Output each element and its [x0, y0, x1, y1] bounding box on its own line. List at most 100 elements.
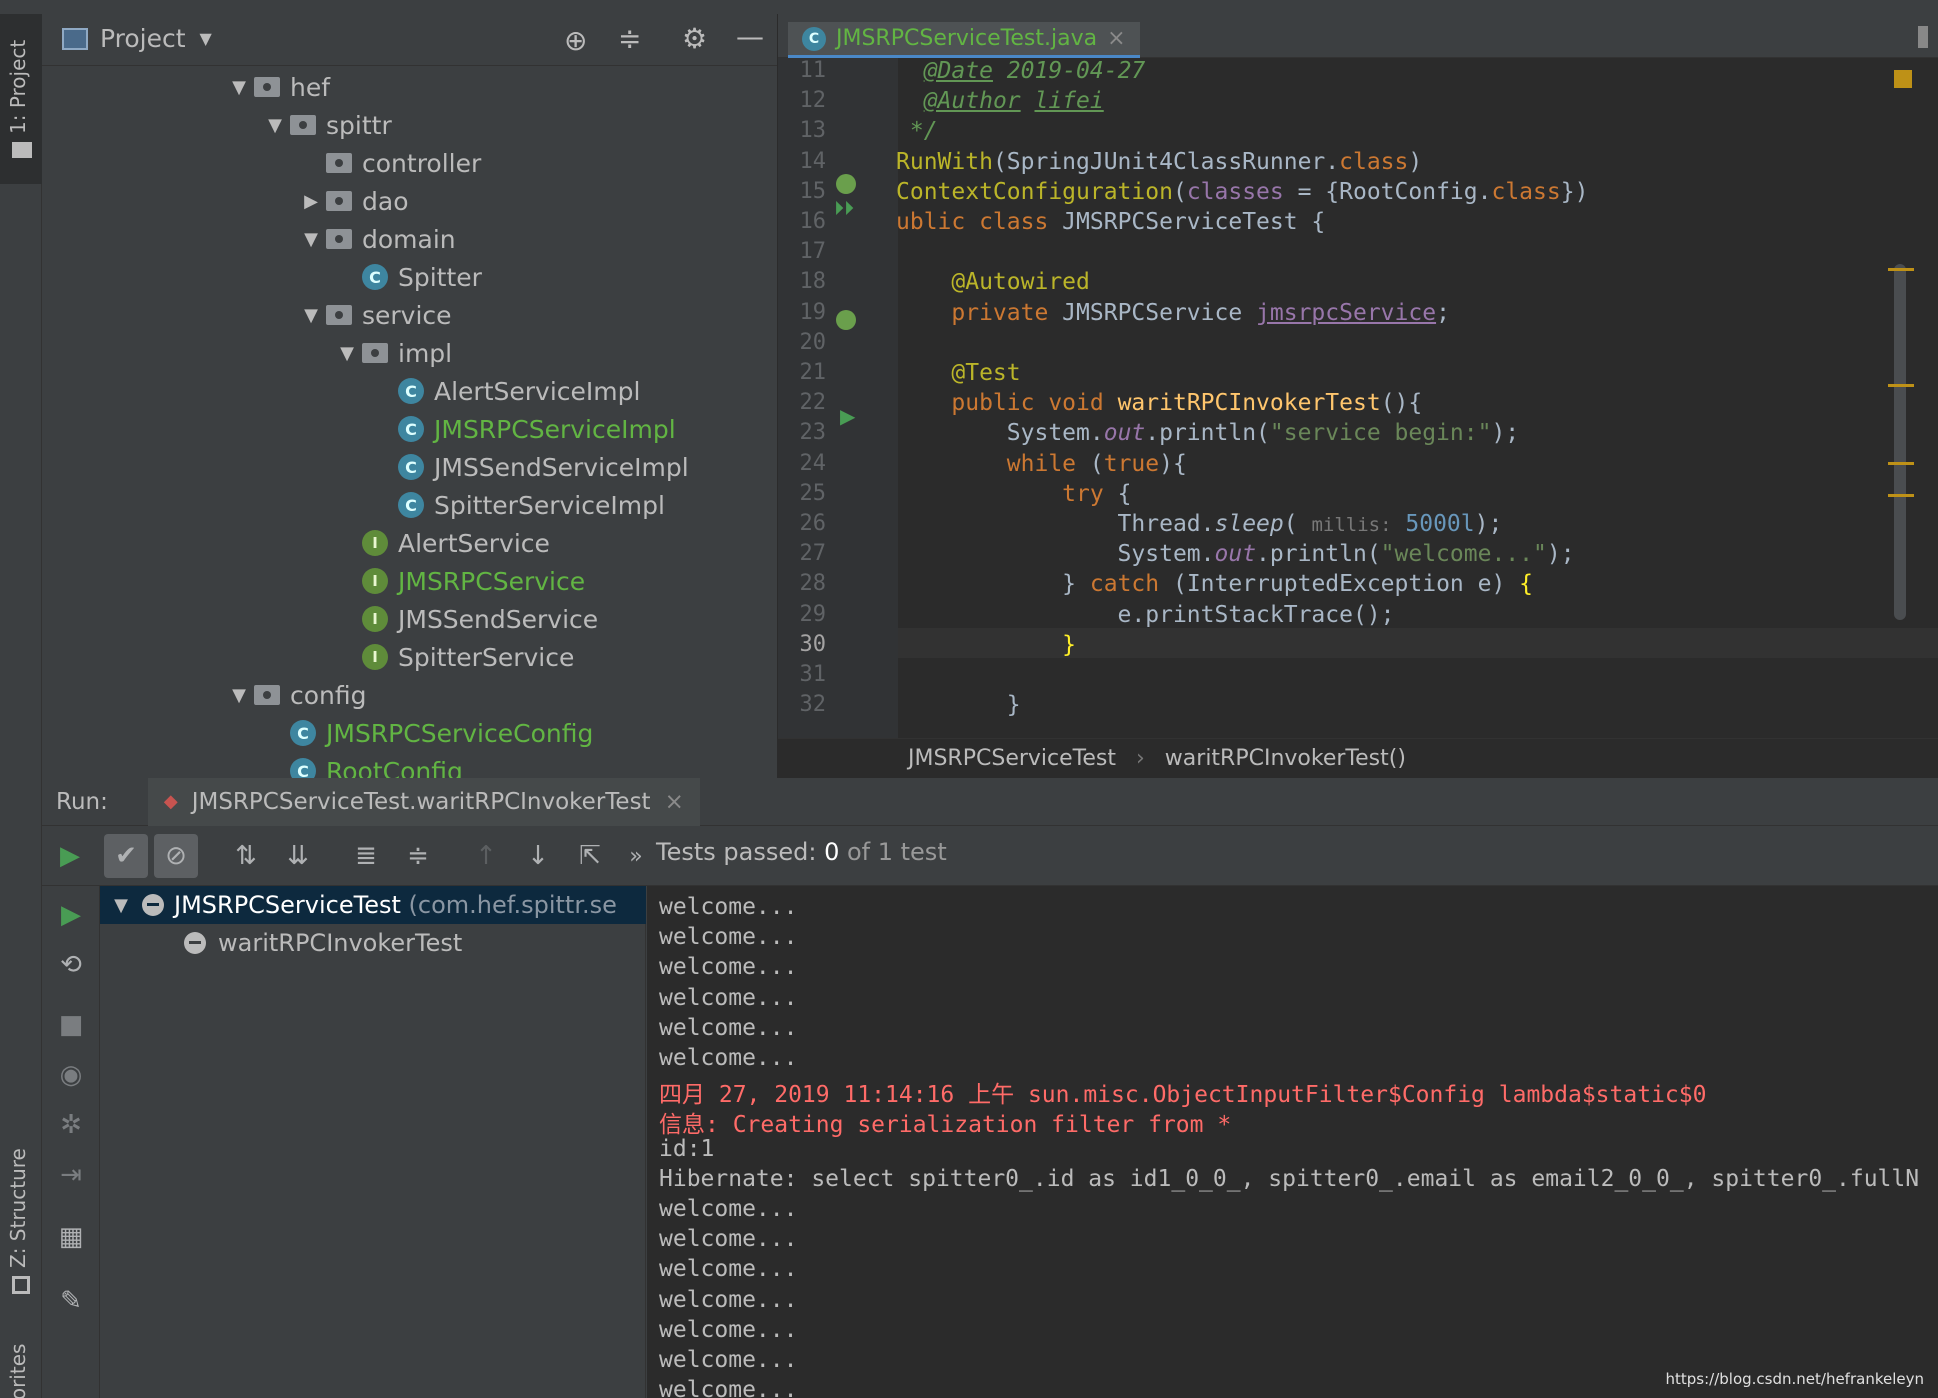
code-area[interactable]: @Date 2019-04-27 @Author lifei */ RunWith… — [778, 58, 1898, 738]
editor: C JMSRPCServiceTest.java × 11 12 13 14 15 16 1… — [778, 14, 1938, 778]
tree-item-spitterservice[interactable]: I SpitterService — [332, 638, 574, 676]
more-icon[interactable]: » — [618, 838, 654, 874]
tree-item-label: JMSRPCServiceImpl — [434, 414, 676, 444]
collapse-all-icon[interactable]: ≑ — [400, 838, 436, 874]
console-line: welcome... — [659, 894, 798, 920]
code-line: @Autowired — [951, 269, 1090, 296]
breadcrumb-method[interactable]: waritRPCInvokerTest() — [1165, 746, 1406, 771]
console-line: 信息: Creating serialization filter from * — [659, 1112, 1232, 1139]
chevron-down-icon[interactable]: ▼ — [296, 305, 326, 326]
tree-item-jmssendservice[interactable]: I JMSSendService — [332, 600, 598, 638]
tree-item-jmssendserviceimpl[interactable]: C JMSSendServiceImpl — [368, 448, 689, 486]
tree-item-controller[interactable]: controller — [296, 144, 481, 182]
run-toolbar: ▶ ✔ ⊘ ⇅ ⇊ ≣ ≑ ↑ ↓ ⇱ » Tests passed: 0 of… — [42, 826, 1938, 886]
tree-item-dao[interactable]: ▶ dao — [296, 182, 408, 220]
close-icon[interactable]: × — [665, 789, 684, 815]
tab-bar-scroll[interactable] — [1918, 26, 1928, 48]
tree-item-label: domain — [362, 224, 456, 254]
project-view-label: Project — [100, 24, 186, 53]
tree-item-impl[interactable]: ▼ impl — [332, 334, 452, 372]
project-view-selector[interactable]: Project ▼ — [100, 24, 212, 53]
arrow-down-icon[interactable]: ↓ — [520, 838, 556, 874]
code-line: System.out.println("service begin:"); — [896, 420, 1520, 447]
code-line: */ — [896, 118, 938, 145]
tree-item-spitterserviceimpl[interactable]: C SpitterServiceImpl — [368, 486, 665, 524]
stop-icon[interactable]: ■ — [54, 1008, 88, 1042]
locate-icon[interactable]: ⊕ — [564, 24, 587, 57]
code-line: } catch (InterruptedException e) { — [896, 571, 1534, 598]
console-line: 四月 27, 2019 11:14:16 上午 sun.misc.ObjectI… — [659, 1082, 1707, 1109]
tree-item-service[interactable]: ▼ service — [296, 296, 451, 334]
settings-icon[interactable]: ✲ — [54, 1108, 88, 1142]
run-test-icon[interactable]: ▶ — [840, 404, 855, 428]
tree-item-label: SpitterService — [398, 642, 575, 672]
folder-icon — [362, 343, 388, 363]
tree-item-label: impl — [398, 338, 453, 368]
arrow-up-icon[interactable]: ↑ — [468, 838, 504, 874]
chevron-down-icon[interactable]: ▼ — [260, 115, 290, 136]
console-line: welcome... — [659, 1045, 798, 1071]
autowired-bean-icon[interactable] — [836, 310, 856, 330]
toggle-auto-test-icon[interactable]: ⟲ — [54, 948, 88, 982]
run-gutter-icon[interactable]: ⏵⏵ — [834, 196, 854, 220]
test-status-count: 0 — [824, 838, 840, 866]
expand-all-icon[interactable]: ≣ — [348, 838, 384, 874]
tree-item-jmsrpcserviceconfig[interactable]: C JMSRPCServiceConfig — [260, 714, 593, 752]
close-icon[interactable]: × — [1107, 26, 1125, 51]
sort-alpha-icon[interactable]: ⇅ — [228, 838, 264, 874]
rerun-failed-icon[interactable]: ▶ — [54, 898, 88, 932]
tree-item-config[interactable]: ▼ config — [224, 676, 366, 714]
spring-bean-icon[interactable] — [836, 174, 856, 194]
tree-item-rootconfig[interactable]: C RootConfig — [260, 752, 463, 778]
favorites-tool-tab[interactable]: vorites — [6, 1344, 30, 1398]
tree-item-label: hef — [290, 72, 331, 102]
rerun-icon[interactable]: ▶ — [52, 838, 88, 874]
show-ignored-toggle[interactable]: ⊘ — [154, 834, 198, 878]
layout-icon[interactable]: ▦ — [54, 1220, 88, 1254]
tree-item-label: SpitterServiceImpl — [434, 490, 665, 520]
run-panel: Run: ◆ JMSRPCServiceTest.waritRPCInvoker… — [42, 777, 1938, 1398]
code-line: } — [896, 692, 1021, 719]
chevron-down-icon[interactable]: ▼ — [224, 685, 254, 706]
ignored-status-icon — [142, 894, 164, 916]
code-line: private JMSRPCService jmsrpcService; — [951, 299, 1450, 326]
tree-item-alertservice[interactable]: I AlertService — [332, 524, 550, 562]
minimize-icon[interactable]: — — [736, 20, 764, 53]
structure-tool-tab[interactable]: Z: Structure — [6, 1148, 30, 1268]
chevron-down-icon[interactable]: ▼ — [332, 343, 362, 364]
test-tree-root[interactable]: ▼ JMSRPCServiceTest (com.hef.spittr.se — [100, 886, 646, 924]
chevron-right-icon[interactable]: ▶ — [296, 191, 326, 212]
test-tree-item[interactable]: waritRPCInvokerTest — [184, 924, 462, 962]
tree-item-jmsrpcservice[interactable]: I JMSRPCService — [332, 562, 585, 600]
chevron-down-icon[interactable]: ▼ — [224, 77, 254, 98]
console-output[interactable]: welcome... welcome... welcome... welcome...… — [647, 886, 1938, 1398]
export-icon[interactable]: ⇱ — [572, 838, 608, 874]
import-icon[interactable]: ⇥ — [54, 1158, 88, 1192]
editor-scroll-marker — [1888, 494, 1914, 497]
editor-scrollbar[interactable] — [1894, 264, 1906, 620]
show-passed-toggle[interactable]: ✔ — [104, 834, 148, 878]
folder-icon — [326, 191, 352, 211]
editor-scroll-marker — [1888, 462, 1914, 465]
gear-icon[interactable]: ⚙ — [682, 22, 707, 55]
chevron-down-icon[interactable]: ▼ — [296, 229, 326, 250]
breadcrumb-class[interactable]: JMSRPCServiceTest — [908, 746, 1116, 771]
tree-item-spitter[interactable]: C Spitter — [332, 258, 482, 296]
camera-icon[interactable]: ◉ — [54, 1058, 88, 1092]
console-line: welcome... — [659, 1196, 798, 1222]
folder-icon — [254, 77, 280, 97]
tree-item-spittr[interactable]: ▼ spittr — [260, 106, 392, 144]
pin-icon[interactable]: ✎ — [54, 1284, 88, 1318]
tree-item-hef[interactable]: ▼ hef — [224, 68, 330, 106]
editor-tab-active[interactable]: C JMSRPCServiceTest.java × — [788, 22, 1140, 58]
code-line: while (true){ — [1006, 450, 1187, 477]
tree-item-jmsrpcserviceimpl[interactable]: C JMSRPCServiceImpl — [368, 410, 676, 448]
tree-item-domain[interactable]: ▼ domain — [296, 220, 456, 258]
folder-icon — [326, 153, 352, 173]
structure-tab-icon — [12, 1276, 30, 1294]
run-tab[interactable]: ◆ JMSRPCServiceTest.waritRPCInvokerTest … — [147, 777, 700, 826]
console-line: id:1 — [659, 1135, 715, 1162]
collapse-all-icon[interactable]: ≑ — [618, 22, 641, 55]
sort-duration-icon[interactable]: ⇊ — [280, 838, 316, 874]
tree-item-alertserviceimpl[interactable]: C AlertServiceImpl — [368, 372, 640, 410]
